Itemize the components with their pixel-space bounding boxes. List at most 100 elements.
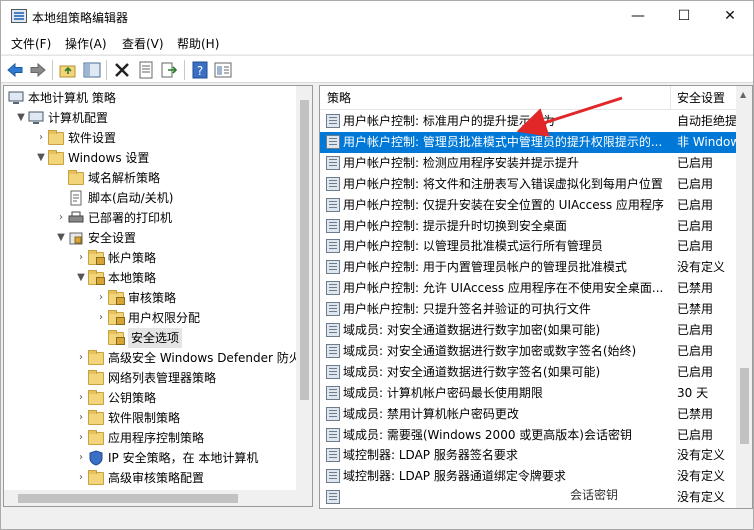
chevron-right-icon[interactable]: ›	[76, 408, 86, 428]
tree-item[interactable]: ▼ Windows 设置	[4, 148, 296, 168]
policy-row[interactable]: 用户帐户控制: 管理员批准模式中管理员的提升权限提示的... 非 Window	[320, 131, 737, 153]
policy-icon	[326, 490, 340, 505]
tree-item-label: IP 安全策略，在 本地计算机	[108, 451, 259, 465]
back-arrow-icon[interactable]	[5, 60, 25, 80]
chevron-right-icon[interactable]: ›	[76, 348, 86, 368]
menu-bar: 文件(F) 操作(A) 查看(V) 帮助(H)	[1, 32, 753, 54]
tree-item-label: 应用程序控制策略	[108, 431, 205, 445]
policy-row[interactable]: 没有定义	[320, 487, 736, 508]
tree-item[interactable]: 脚本(启动/关机)	[4, 188, 296, 208]
tree-scroll-thumb[interactable]	[300, 100, 309, 400]
menu-file[interactable]: 文件(F)	[11, 35, 51, 52]
chevron-right-icon[interactable]: ›	[56, 208, 66, 228]
chevron-right-icon[interactable]: ›	[76, 448, 86, 468]
policy-setting: 没有定义	[677, 490, 726, 505]
tree-item[interactable]: › 软件限制策略	[4, 408, 296, 428]
tree-item[interactable]: › 用户权限分配	[4, 308, 296, 328]
tree-item[interactable]: › 已部署的打印机	[4, 208, 296, 228]
tree-item[interactable]: › 审核策略	[4, 288, 296, 308]
tree-item[interactable]: › IP 安全策略，在 本地计算机	[4, 448, 296, 468]
tree-item[interactable]: ▼ 安全设置	[4, 228, 296, 248]
policy-row[interactable]: 用户帐户控制: 以管理员批准模式运行所有管理员 已启用	[320, 236, 736, 257]
maximize-button[interactable]: ☐	[661, 1, 707, 32]
chevron-right-icon[interactable]: ›	[36, 128, 46, 148]
help-icon[interactable]: ?	[190, 60, 210, 80]
up-folder-icon[interactable]	[58, 60, 78, 80]
policy-row[interactable]: 域成员: 需要强(Windows 2000 或更高版本)会话密钥 已启用	[320, 425, 736, 446]
security-folder-icon	[108, 290, 125, 306]
tree-item[interactable]: › 软件设置	[4, 128, 296, 148]
delete-icon[interactable]	[112, 60, 132, 80]
tree-item[interactable]: › 应用程序控制策略	[4, 428, 296, 448]
policy-row[interactable]: 域成员: 对安全通道数据进行数字签名(如果可能) 已启用	[320, 362, 736, 383]
chevron-down-icon[interactable]: ▼	[36, 148, 46, 168]
shield-icon	[88, 450, 104, 466]
policy-row[interactable]: 用户帐户控制: 将文件和注册表写入错误虚拟化到每用户位置 已启用	[320, 174, 736, 195]
policy-row[interactable]: 用户帐户控制: 仅提升安装在安全位置的 UIAccess 应用程序 已启用	[320, 195, 736, 216]
view-icon[interactable]	[213, 60, 233, 80]
tree-item[interactable]: › 公钥策略	[4, 388, 296, 408]
policy-setting: 已启用	[677, 323, 714, 337]
policy-icon	[326, 343, 340, 358]
policy-row[interactable]: 用户帐户控制: 允许 UIAccess 应用程序在不使用安全桌面... 已禁用	[320, 278, 736, 299]
policy-row[interactable]: 域控制器: LDAP 服务器签名要求 没有定义	[320, 445, 736, 466]
list-scroll-thumb[interactable]	[740, 368, 749, 444]
tree-item[interactable]: 网络列表管理器策略	[4, 368, 296, 388]
policy-name: 用户帐户控制: 标准用户的提升提示行为	[343, 114, 555, 128]
tree-item[interactable]: ▼ 计算机配置	[4, 108, 296, 128]
forward-arrow-icon[interactable]	[28, 60, 48, 80]
policy-row[interactable]: 域成员: 禁用计算机帐户密码更改 已禁用	[320, 404, 736, 425]
policy-name: 用户帐户控制: 用于内置管理员帐户的管理员批准模式	[343, 260, 627, 275]
policy-row[interactable]: 用户帐户控制: 提示提升时切换到安全桌面 已启用	[320, 216, 736, 237]
minimize-button[interactable]: —	[615, 1, 661, 32]
tree-vertical-scrollbar[interactable]	[296, 86, 312, 490]
export-list-icon[interactable]	[159, 60, 179, 80]
tree-item[interactable]: › 帐户策略	[4, 248, 296, 268]
folder-icon	[88, 370, 104, 386]
column-header-setting[interactable]: 安全设置	[671, 86, 736, 110]
tree-horizontal-scrollbar[interactable]	[4, 490, 312, 506]
chevron-right-icon[interactable]: ›	[76, 248, 86, 268]
properties-icon[interactable]	[136, 60, 156, 80]
policy-icon	[326, 406, 340, 421]
policy-row[interactable]: 域成员: 对安全通道数据进行数字加密(如果可能) 已启用	[320, 320, 736, 341]
tree-item-label: 审核策略	[128, 291, 177, 305]
policy-row[interactable]: 域控制器: LDAP 服务器通道绑定令牌要求 没有定义	[320, 466, 736, 487]
policy-row[interactable]: 用户帐户控制: 只提升签名并验证的可执行文件 已禁用	[320, 299, 736, 320]
chevron-down-icon[interactable]: ▼	[16, 108, 26, 128]
chevron-down-icon[interactable]: ▼	[76, 268, 86, 288]
tree-item[interactable]: 域名解析策略	[4, 168, 296, 188]
list-vertical-scrollbar[interactable]: ▲	[736, 86, 752, 508]
tree-item[interactable]: 本地计算机 策略	[4, 88, 296, 108]
tree-pane: 本地计算机 策略 ▼ 计算机配置 › 软件设置 ▼ Windows 设置 域名解析策略 脚本(启…	[3, 85, 313, 507]
policy-icon	[326, 260, 340, 275]
policy-row[interactable]: 用户帐户控制: 检测应用程序安装并提示提升 已启用	[320, 153, 736, 174]
tree-hscroll-thumb[interactable]	[18, 494, 238, 503]
show-hide-tree-icon[interactable]	[82, 60, 102, 80]
tree-item[interactable]: › 高级审核策略配置	[4, 468, 296, 488]
column-header-policy[interactable]: 策略	[320, 86, 670, 110]
tree-item[interactable]: ▼ 本地策略	[4, 268, 296, 288]
chevron-right-icon[interactable]: ›	[76, 388, 86, 408]
policy-row[interactable]: 域成员: 计算机帐户密码最长使用期限 30 天	[320, 383, 736, 404]
policy-setting: 已启用	[677, 176, 714, 191]
policy-row[interactable]: 用户帐户控制: 标准用户的提升提示行为 自动拒绝提	[320, 111, 737, 132]
menu-action[interactable]: 操作(A)	[65, 35, 107, 52]
policy-icon	[326, 155, 340, 170]
tree-item-label: 公钥策略	[108, 391, 157, 405]
folder-icon	[88, 390, 104, 406]
tree-item[interactable]: › 高级安全 Windows Defender 防火	[4, 348, 301, 368]
chevron-right-icon[interactable]: ›	[96, 308, 106, 328]
chevron-down-icon[interactable]: ▼	[56, 228, 66, 248]
policy-row[interactable]: 域成员: 对安全通道数据进行数字加密或数字签名(始终) 已启用	[320, 341, 736, 362]
chevron-right-icon[interactable]: ›	[96, 288, 106, 308]
chevron-right-icon[interactable]: ›	[76, 468, 86, 488]
tree-item-label: 安全设置	[88, 231, 137, 245]
menu-view[interactable]: 查看(V)	[122, 35, 164, 52]
tree-item[interactable]: 安全选项	[4, 328, 296, 348]
chevron-right-icon[interactable]: ›	[76, 428, 86, 448]
close-button[interactable]: ✕	[707, 1, 753, 32]
menu-help[interactable]: 帮助(H)	[177, 35, 219, 52]
policy-setting: 已启用	[677, 364, 714, 379]
policy-row[interactable]: 用户帐户控制: 用于内置管理员帐户的管理员批准模式 没有定义	[320, 257, 736, 278]
